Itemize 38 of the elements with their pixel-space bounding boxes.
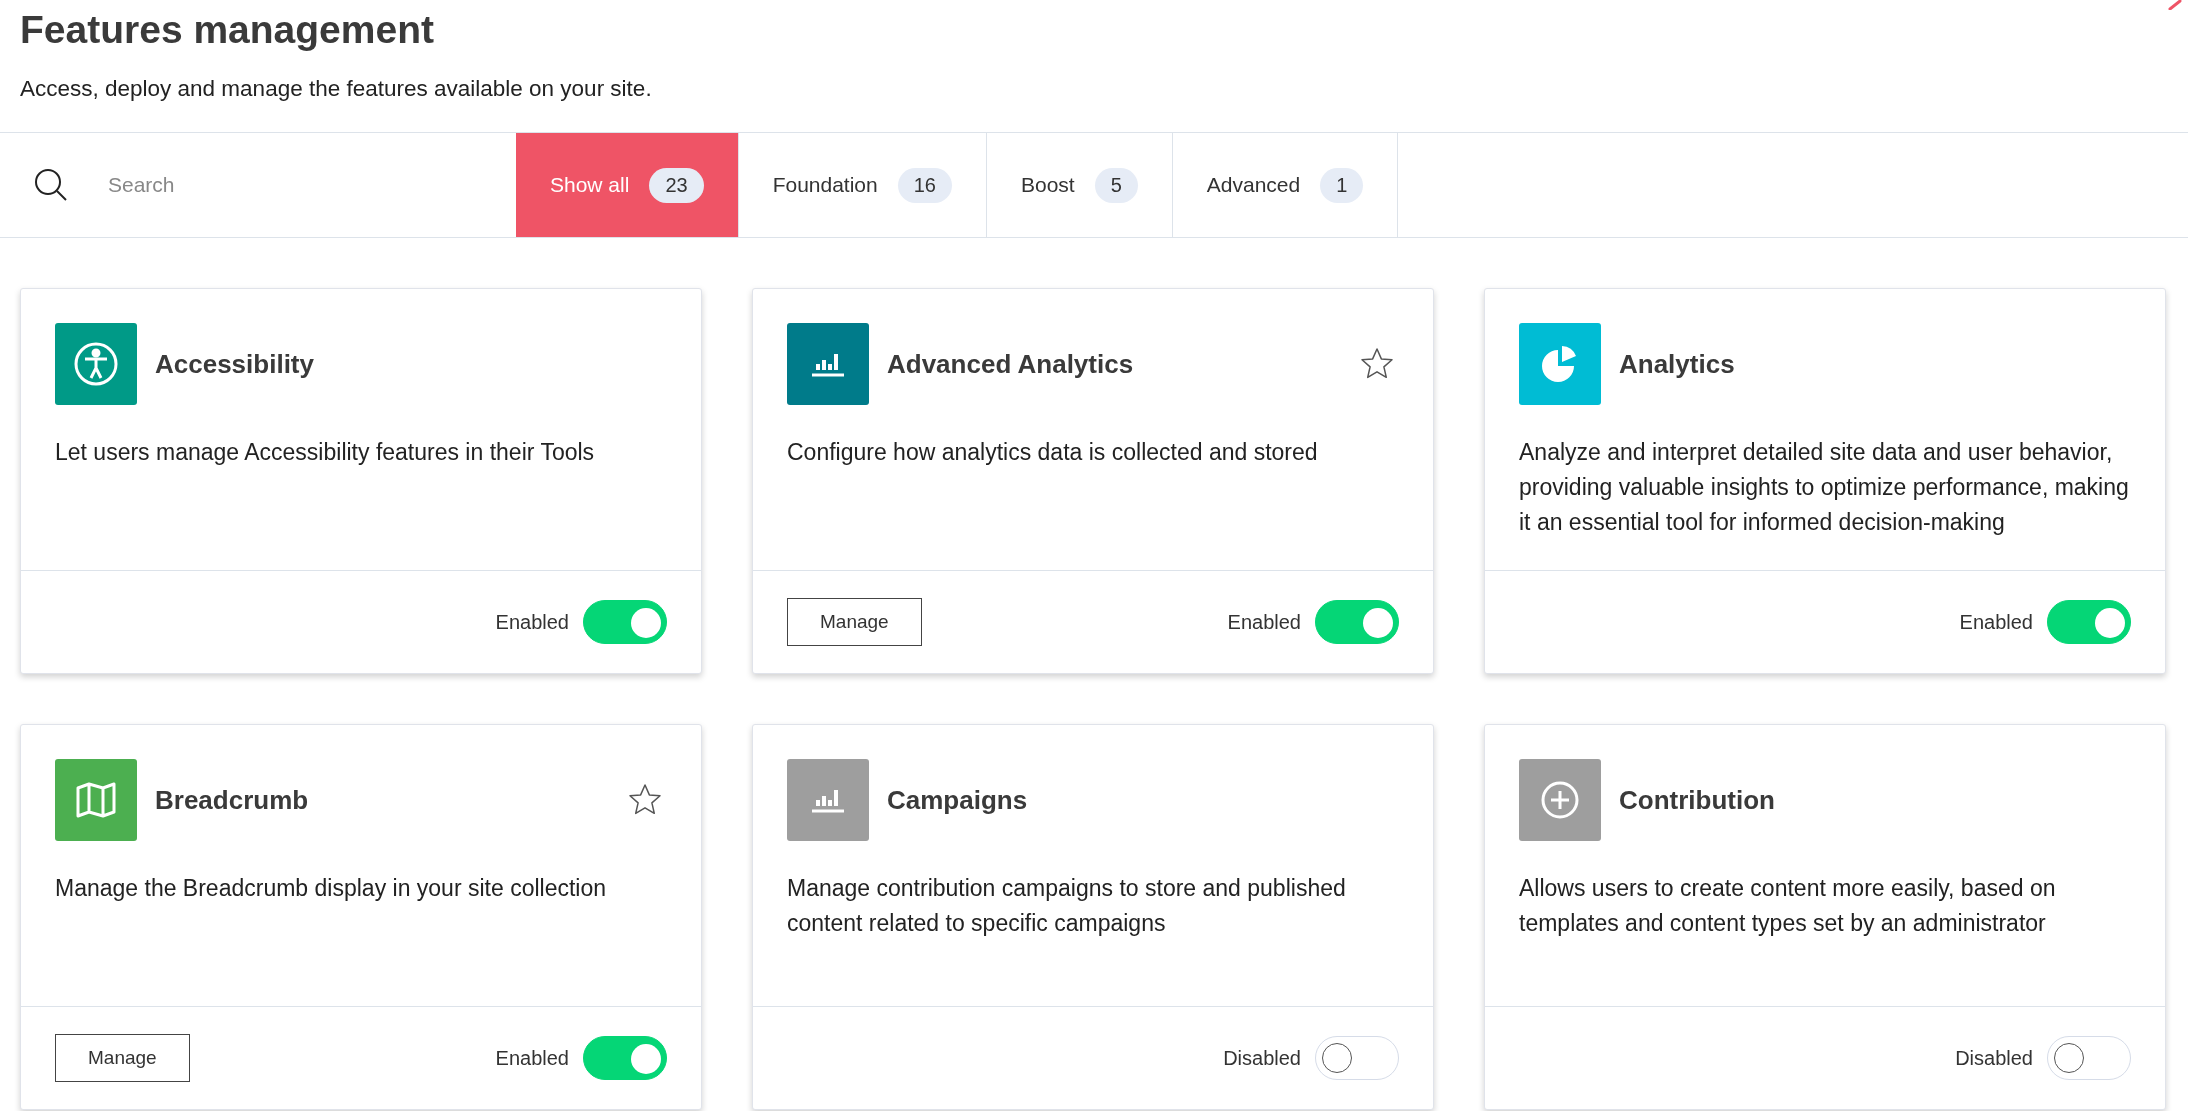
feature-description: Manage contribution campaigns to store and published content related to specific campaigns bbox=[787, 874, 1347, 938]
feature-description: Configure how analytics data is collected and stored bbox=[787, 438, 1319, 467]
toggle-switch[interactable] bbox=[2047, 1036, 2131, 1080]
bar-chart-icon bbox=[811, 351, 845, 377]
feature-description: Manage the Breadcrumb display in your site collection bbox=[55, 874, 607, 903]
count-badge: 16 bbox=[897, 167, 952, 203]
toggle-switch[interactable] bbox=[583, 600, 667, 644]
status-label: Enabled bbox=[495, 610, 569, 634]
feature-description: Allows users to create content more easily, based on templates and content types set by an administrator bbox=[1519, 874, 2057, 938]
status-label: Disabled bbox=[1223, 1046, 1301, 1070]
toggle-switch[interactable] bbox=[2047, 600, 2131, 644]
feature-description: Analyze and interpret detailed site data and user behavior, providing valuable insights to optimize performance, making it an essential tool for informed decision-making bbox=[1519, 438, 2130, 537]
page-subtitle: Access, deploy and manage the features available on your site. bbox=[20, 76, 653, 102]
status-label: Disabled bbox=[1955, 1046, 2033, 1070]
count-badge: 1 bbox=[1320, 167, 1364, 203]
count-badge: 5 bbox=[1094, 167, 1138, 203]
toggle-switch[interactable] bbox=[583, 1036, 667, 1080]
count-badge: 23 bbox=[649, 167, 704, 203]
edge-mark-icon bbox=[2168, 0, 2182, 10]
status-label: Enabled bbox=[1227, 610, 1301, 634]
feature-title: Analytics bbox=[1619, 348, 1736, 380]
feature-title: Accessibility bbox=[155, 348, 315, 380]
feature-title: Contribution bbox=[1619, 784, 1776, 816]
feature-title: Campaigns bbox=[887, 784, 1029, 816]
manage-button[interactable]: Manage bbox=[787, 598, 922, 646]
search-icon bbox=[34, 168, 68, 202]
manage-button[interactable]: Manage bbox=[55, 1034, 190, 1082]
page-title: Features management bbox=[20, 8, 435, 52]
feature-description: Let users manage Accessibility features in their Tools bbox=[55, 438, 596, 467]
accessibility-icon bbox=[72, 340, 120, 388]
toggle-switch[interactable] bbox=[1315, 600, 1399, 644]
feature-title: Advanced Analytics bbox=[887, 348, 1135, 380]
status-label: Enabled bbox=[495, 1046, 569, 1070]
feature-title: Breadcrumb bbox=[155, 784, 310, 816]
bar-chart-icon bbox=[811, 787, 845, 813]
status-label: Enabled bbox=[1959, 610, 2033, 634]
filter-tab[interactable]: Show all 23 bbox=[516, 133, 739, 237]
toggle-switch[interactable] bbox=[1315, 1036, 1399, 1080]
